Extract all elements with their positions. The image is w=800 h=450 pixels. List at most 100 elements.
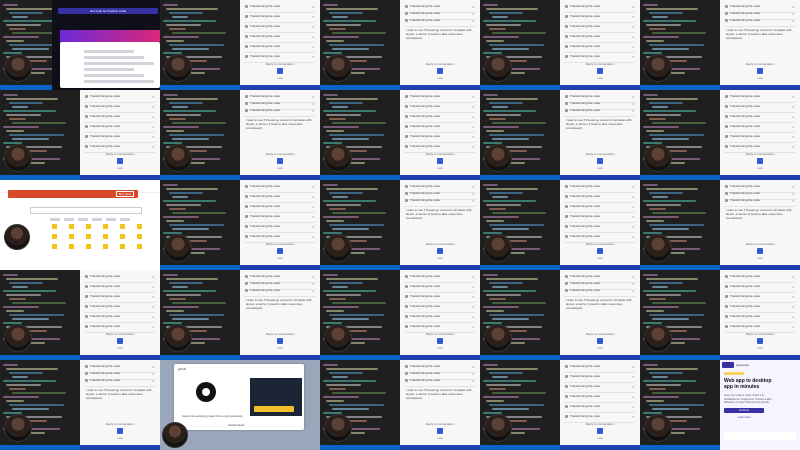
practice-code-button[interactable]: Get code for Practice Code — [58, 8, 158, 14]
link-icon[interactable] — [117, 158, 123, 164]
link-icon[interactable] — [597, 68, 603, 74]
product-icon[interactable] — [52, 224, 57, 229]
thumbnail-1[interactable]: Transforming the code2Transforming the c… — [0, 0, 160, 90]
link-icon[interactable] — [437, 338, 443, 344]
link-icon[interactable] — [437, 158, 443, 164]
row-count: 2 — [152, 315, 154, 319]
product-icon[interactable] — [69, 224, 74, 229]
learn-more-link[interactable]: Learn more — [738, 416, 751, 419]
thumbnail-19[interactable]: Transforming the code 2 Transforming the c… — [480, 270, 640, 360]
panel-row[interactable]: Transforming the code 2 — [404, 376, 476, 387]
panel-row[interactable]: Transforming the code 2 — [404, 16, 476, 27]
panel-row[interactable]: Transforming the code 2 — [564, 106, 636, 117]
thumbnail-13[interactable]: Transforming the code 2 Transforming the c… — [320, 180, 480, 270]
thumbnail-17[interactable]: Transforming the code 2 Transforming the c… — [160, 270, 320, 360]
product-icon[interactable] — [86, 234, 91, 239]
thumbnail-25[interactable]: typescript Web app to desktop app in minu… — [640, 360, 800, 450]
link-icon[interactable] — [277, 158, 283, 164]
link-icon[interactable] — [277, 338, 283, 344]
link-icon[interactable] — [757, 338, 763, 344]
buy-now-button[interactable]: Buy Now — [115, 191, 134, 197]
product-icon[interactable] — [137, 224, 142, 229]
link-icon[interactable] — [597, 428, 603, 434]
reply-label: Reply to conversation — [265, 332, 295, 336]
product-icon[interactable] — [52, 244, 57, 249]
product-icon[interactable] — [120, 224, 125, 229]
category-tab[interactable] — [92, 218, 102, 221]
search-input[interactable] — [30, 207, 142, 214]
thumbnail-4[interactable]: Transforming the code 2 Transforming the c… — [480, 0, 640, 90]
panel-row[interactable]: Transforming the code 2 — [564, 286, 636, 297]
product-icon[interactable] — [86, 244, 91, 249]
thumbnail-21[interactable]: Transforming the code 2 Transforming the c… — [0, 360, 160, 450]
panel-row[interactable]: Transforming the code 2 — [724, 16, 796, 27]
link-icon[interactable] — [117, 338, 123, 344]
code-line — [12, 16, 28, 18]
thumbnail-18[interactable]: Transforming the code 2 Transforming the c… — [320, 270, 480, 360]
product-icon[interactable] — [120, 234, 125, 239]
row-bullet-icon — [725, 325, 728, 328]
product-icon[interactable] — [103, 234, 108, 239]
row-count: 2 — [792, 135, 794, 139]
product-icon[interactable] — [52, 234, 57, 239]
product-icon[interactable] — [137, 234, 142, 239]
thumbnail-12[interactable]: Transforming the code 2 Transforming the c… — [160, 180, 320, 270]
thumbnail-24[interactable]: Transforming the code 2 Transforming the c… — [480, 360, 640, 450]
row-count: 2 — [472, 305, 474, 309]
panel-row[interactable]: Transforming the code 2 — [244, 286, 316, 297]
category-tab[interactable] — [50, 218, 60, 221]
panel-row[interactable]: Transforming the code 2 — [724, 196, 796, 207]
thumbnail-11[interactable]: Buy Now — [0, 180, 160, 270]
link-icon[interactable] — [437, 68, 443, 74]
product-icon[interactable] — [103, 224, 108, 229]
link-icon[interactable] — [757, 158, 763, 164]
thumbnail-8[interactable]: Transforming the code 2 Transforming the c… — [320, 90, 480, 180]
panel-footer-bar — [560, 445, 640, 450]
thumbnail-9[interactable]: Transforming the code 2 Transforming the c… — [480, 90, 640, 180]
product-icon[interactable] — [69, 244, 74, 249]
link-icon[interactable] — [437, 248, 443, 254]
product-icon[interactable] — [103, 244, 108, 249]
thumbnail-15[interactable]: Transforming the code 2 Transforming the c… — [640, 180, 800, 270]
link-icon[interactable] — [277, 68, 283, 74]
link-icon[interactable] — [757, 248, 763, 254]
thumbnail-23[interactable]: Transforming the code 2 Transforming the c… — [320, 360, 480, 450]
row-count: 3 — [312, 235, 314, 239]
category-tab[interactable] — [78, 218, 88, 221]
row-bullet-icon — [725, 285, 728, 288]
row-title: Transforming the code — [250, 108, 280, 112]
category-tab[interactable] — [64, 218, 74, 221]
product-icon[interactable] — [137, 244, 142, 249]
code-line — [643, 274, 658, 276]
product-icon[interactable] — [86, 224, 91, 229]
category-tab[interactable] — [106, 218, 116, 221]
product-icon[interactable] — [69, 234, 74, 239]
panel-row[interactable]: Transforming the code 2 — [244, 106, 316, 117]
link-icon[interactable] — [597, 248, 603, 254]
product-icon[interactable] — [120, 244, 125, 249]
thumbnail-3[interactable]: Transforming the code 2 Transforming the c… — [320, 0, 480, 90]
modal-actions[interactable]: Cancel Next — [228, 423, 244, 427]
thumbnail-7[interactable]: Transforming the code 2 Transforming the c… — [160, 90, 320, 180]
thumbnail-16[interactable]: Transforming the code 2 Transforming the c… — [0, 270, 160, 360]
category-tab[interactable] — [120, 218, 130, 221]
thumbnail-5[interactable]: Transforming the code 2 Transforming the c… — [640, 0, 800, 90]
thumbnail-20[interactable]: Transforming the code 2 Transforming the c… — [640, 270, 800, 360]
panel-row[interactable]: Transforming the code 2 — [84, 376, 156, 387]
link-icon[interactable] — [437, 428, 443, 434]
row-count: 2 — [632, 385, 634, 389]
continue-button[interactable]: Continue — [724, 408, 764, 413]
link-icon[interactable] — [757, 68, 763, 74]
thumbnail-22[interactable]: github Import an existing project from a … — [160, 360, 320, 450]
link-icon[interactable] — [597, 338, 603, 344]
panel-row[interactable]: Transforming the code 2 — [404, 196, 476, 207]
thumbnail-6[interactable]: Transforming the code 2 Transforming the c… — [0, 90, 160, 180]
thumbnail-2[interactable]: Transforming the code 2 Transforming the c… — [160, 0, 320, 90]
link-icon[interactable] — [117, 428, 123, 434]
thumbnail-14[interactable]: Transforming the code 2 Transforming the c… — [480, 180, 640, 270]
side-panel: Transforming the code2Transforming the c… — [560, 90, 640, 180]
link-icon[interactable] — [597, 158, 603, 164]
continue-github-button[interactable] — [254, 406, 294, 412]
thumbnail-10[interactable]: Transforming the code 2 Transforming the c… — [640, 90, 800, 180]
link-icon[interactable] — [277, 248, 283, 254]
